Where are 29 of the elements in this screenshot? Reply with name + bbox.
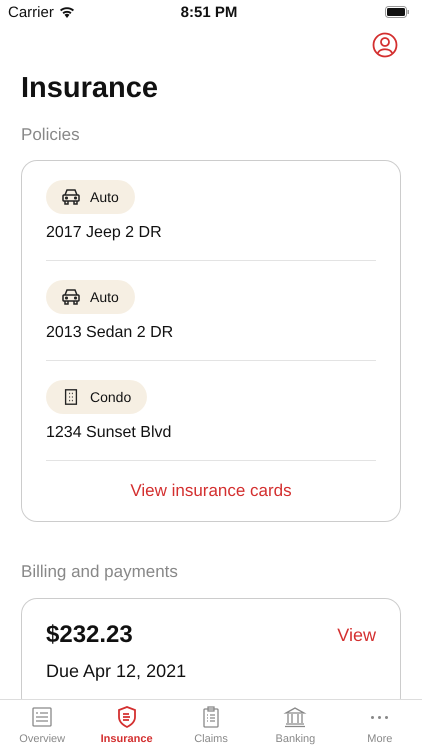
tab-bar-item[interactable]: Banking <box>253 700 338 750</box>
policy-name[interactable]: 2017 Jeep 2 DR <box>46 224 376 242</box>
page-title: Insurance <box>21 72 159 105</box>
policy-name[interactable]: 2013 Sedan 2 DR <box>46 324 376 342</box>
car-icon <box>61 188 81 206</box>
more-icon <box>371 716 388 718</box>
section-heading: Billing and payments <box>21 562 179 582</box>
policy-type-chip: Auto <box>46 180 135 214</box>
bank-icon <box>283 705 308 729</box>
tab-bar-item[interactable]: Insurance <box>84 700 169 750</box>
profile-button[interactable] <box>372 32 398 58</box>
due-date: Due Apr 12, 2021 <box>46 661 188 682</box>
tab-bar-item[interactable]: Overview <box>0 700 84 750</box>
battery-icon <box>385 6 410 18</box>
car-icon <box>61 288 81 306</box>
list-icon <box>30 705 54 729</box>
tab-bar-item[interactable]: Claims <box>168 700 254 750</box>
section-heading: Policies <box>21 125 81 145</box>
carrier-label: Carrier <box>8 4 54 20</box>
view-link[interactable]: View <box>337 624 376 646</box>
clock-time: 8:51 PM <box>180 4 238 20</box>
wifi-icon <box>58 6 75 18</box>
insurance-cards-link[interactable]: View insurance cards <box>130 461 292 521</box>
profile-icon <box>372 32 398 58</box>
policy-type-chip: Auto <box>46 280 135 314</box>
policy-type-chip: Condo <box>46 380 148 414</box>
policy-name[interactable]: 1234 Sunset Blvd <box>46 424 376 442</box>
tab-bar-item[interactable]: More <box>338 700 422 750</box>
amount-due: $232.23 <box>46 621 133 649</box>
